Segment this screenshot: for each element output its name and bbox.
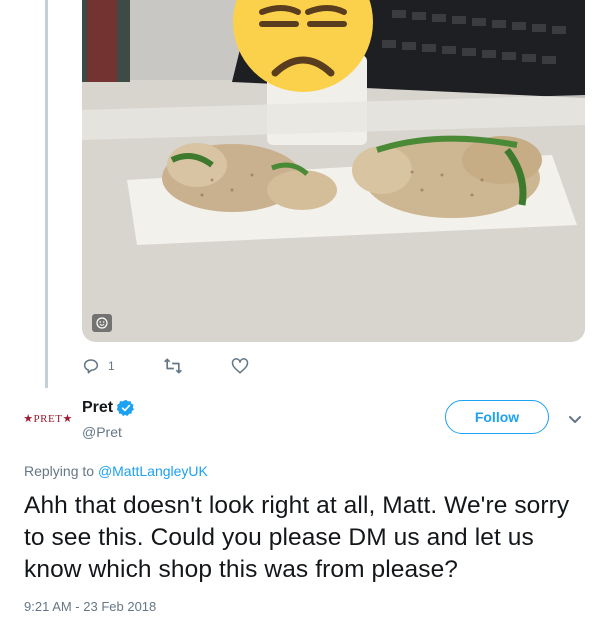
reply-button[interactable]: 1 [82, 357, 115, 375]
display-name[interactable]: Pret [82, 399, 113, 417]
retweet-icon [163, 358, 182, 374]
avatar[interactable]: ★PRET★ [23, 404, 72, 432]
name-row: Pret [82, 399, 135, 417]
chevron-down-icon[interactable] [568, 412, 582, 430]
follow-button[interactable]: Follow [445, 400, 549, 434]
reply-icon [83, 359, 99, 374]
tweet-text: Ahh that doesn't look right at all, Matt… [24, 492, 570, 583]
thread-connector-line [45, 0, 48, 388]
tweet-timestamp[interactable]: 9:21 AM - 23 Feb 2018 [24, 599, 156, 614]
retweet-button[interactable] [163, 357, 183, 375]
replying-to: Replying to @MattLangleyUK [24, 463, 208, 479]
user-handle[interactable]: @Pret [82, 424, 122, 440]
like-button[interactable] [231, 357, 249, 375]
reply-count: 1 [108, 359, 115, 373]
tweet-actions: 1 [82, 355, 297, 377]
replying-to-link[interactable]: @MattLangleyUK [98, 463, 208, 479]
tweet-photo[interactable] [82, 0, 585, 342]
smiley-icon[interactable] [92, 314, 112, 332]
heart-icon [231, 358, 248, 374]
verified-badge-icon [117, 399, 135, 417]
replying-prefix: Replying to [24, 463, 98, 479]
wrap-photo-image [82, 0, 585, 342]
